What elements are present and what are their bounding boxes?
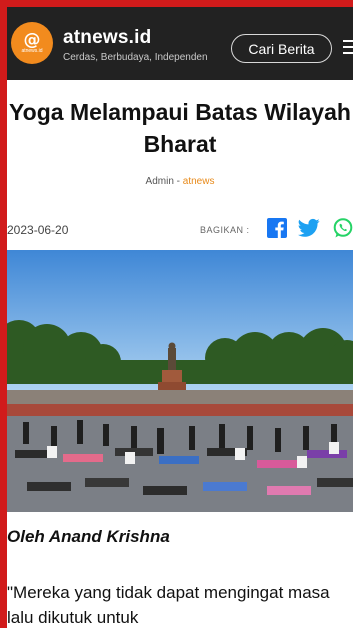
article-title: Yoga Melampaui Batas Wilayah Bharat bbox=[9, 99, 351, 157]
share-label: BAGIKAN : bbox=[200, 225, 250, 235]
hamburger-menu-icon[interactable] bbox=[343, 40, 353, 56]
site-logo[interactable]: @ atnews.id bbox=[11, 22, 53, 64]
article-byline: Admin - atnews bbox=[7, 176, 353, 187]
site-header: @ atnews.id atnews.id Cerdas, Berbudaya,… bbox=[7, 7, 353, 80]
facebook-icon[interactable] bbox=[267, 218, 287, 238]
page-frame: @ atnews.id atnews.id Cerdas, Berbudaya,… bbox=[7, 7, 353, 628]
article-hero-image bbox=[7, 250, 353, 512]
article-author: Oleh Anand Krishna bbox=[7, 527, 170, 546]
whatsapp-icon[interactable] bbox=[333, 218, 353, 238]
byline-role: Admin bbox=[145, 176, 174, 187]
byline-source-link[interactable]: atnews bbox=[183, 176, 215, 187]
publish-date: 2023-06-20 bbox=[7, 223, 69, 237]
article-body: "Mereka yang tidak dapat mengingat masa … bbox=[7, 583, 330, 627]
twitter-icon[interactable] bbox=[298, 218, 320, 238]
site-tagline: Cerdas, Berbudaya, Independen bbox=[63, 52, 208, 63]
article-meta: 2023-06-20 BAGIKAN : bbox=[7, 215, 353, 241]
site-name[interactable]: atnews.id bbox=[63, 27, 151, 49]
logo-text: atnews.id bbox=[21, 48, 43, 54]
byline-separator: - bbox=[173, 176, 183, 187]
search-button[interactable]: Cari Berita bbox=[231, 34, 332, 63]
logo-mark: @ bbox=[23, 30, 41, 50]
